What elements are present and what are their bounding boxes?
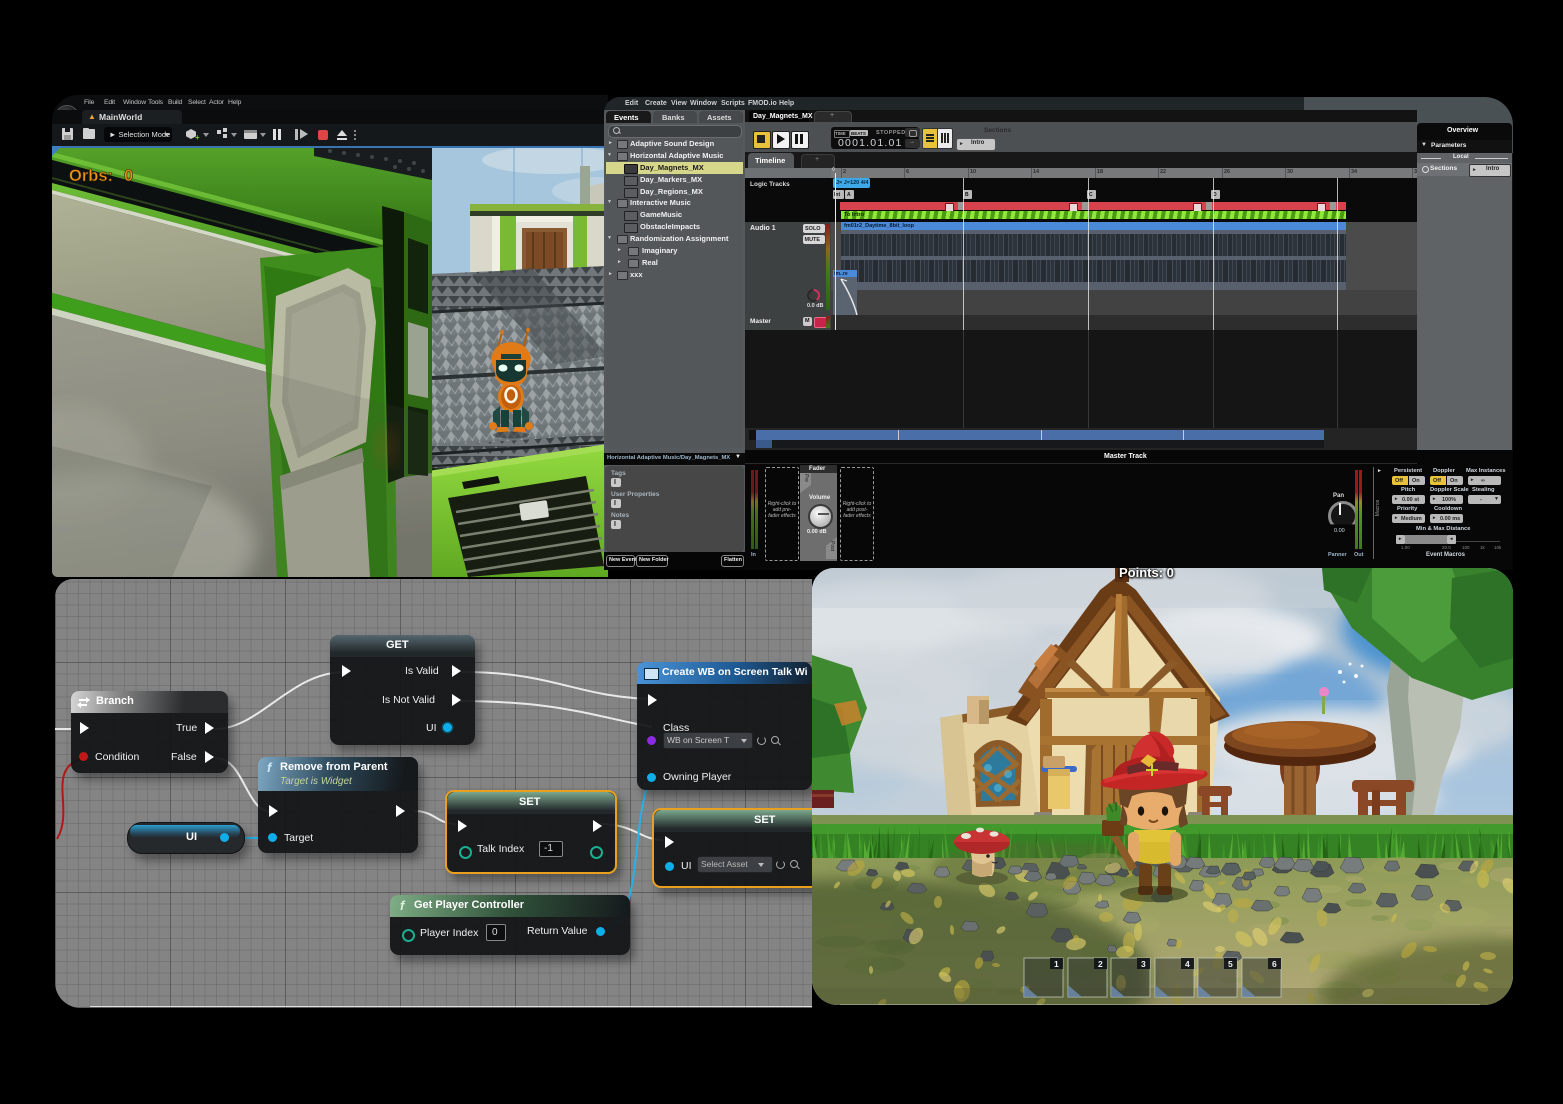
svg-text:4: 4 [1185, 959, 1190, 969]
svg-text:5: 5 [1228, 959, 1233, 969]
svg-text:6: 6 [1272, 959, 1277, 969]
svg-text:3: 3 [1141, 959, 1146, 969]
svg-text:1: 1 [1054, 959, 1059, 969]
svg-text:Orbs:: Orbs: [69, 167, 113, 185]
svg-text:2: 2 [1098, 959, 1103, 969]
svg-text:0: 0 [124, 167, 133, 185]
